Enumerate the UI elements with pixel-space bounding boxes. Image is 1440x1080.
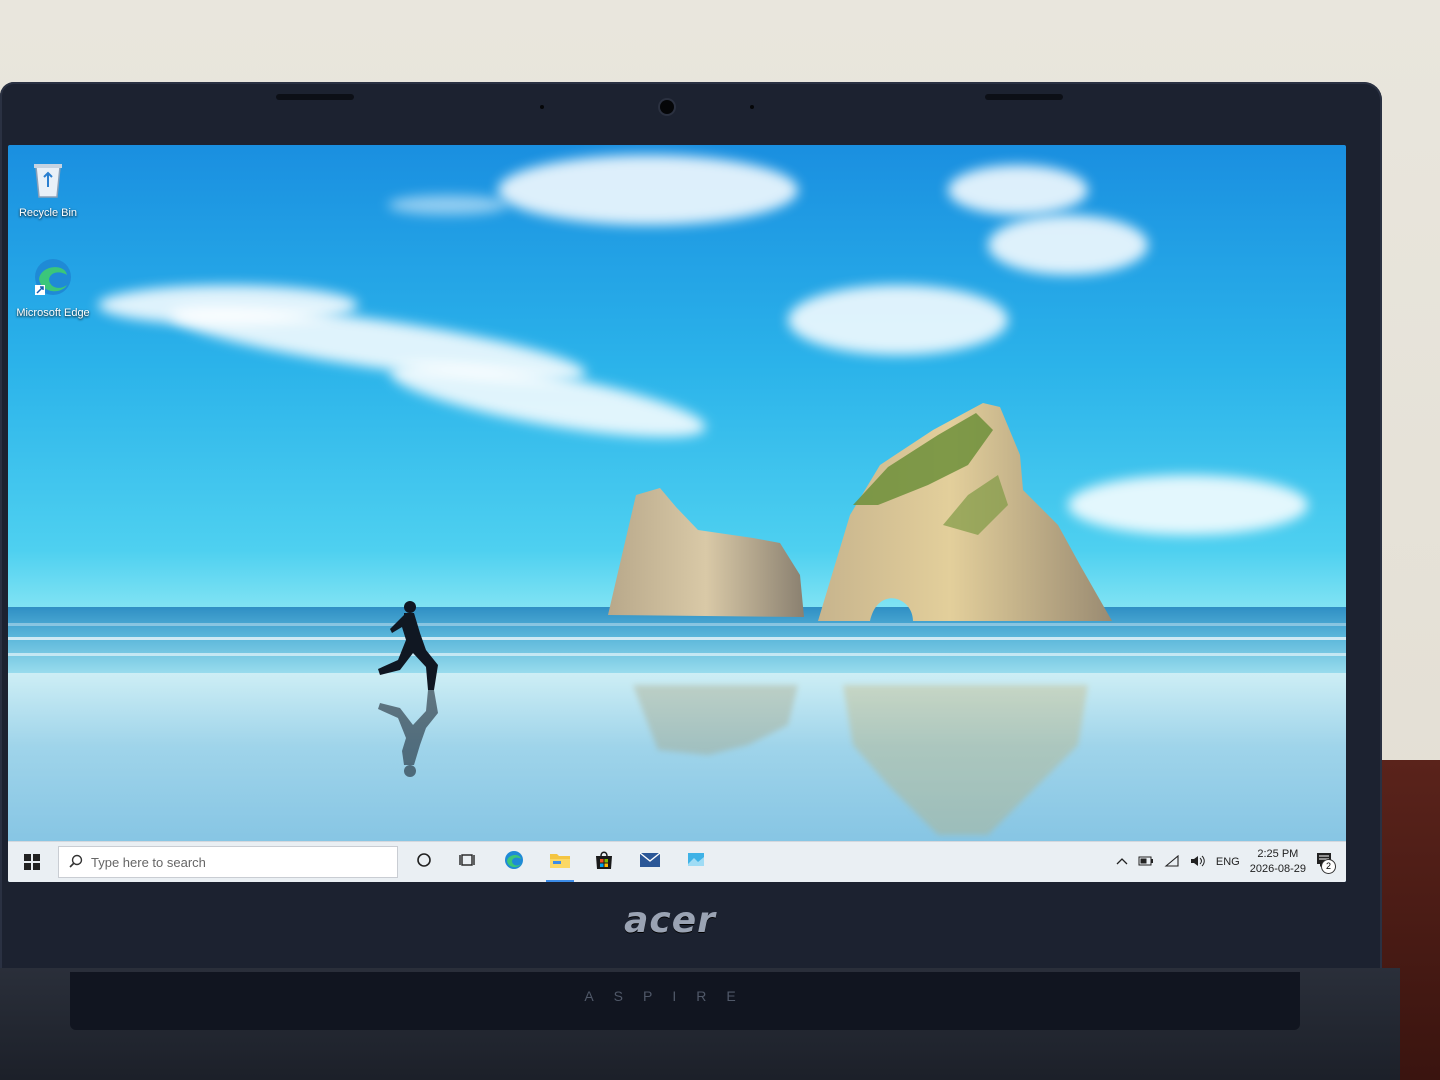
chevron-up-icon[interactable]: [1116, 856, 1128, 868]
search-box[interactable]: Type here to search: [58, 846, 398, 878]
desktop-icon-edge[interactable]: Microsoft Edge: [13, 255, 93, 320]
webcam: [660, 100, 674, 114]
volume-icon[interactable]: [1190, 855, 1206, 870]
system-tray: ENG 2:25 PM 2026-08-29: [1116, 842, 1306, 882]
search-icon: [69, 854, 83, 871]
notification-count-badge: 2: [1321, 859, 1336, 874]
sensor-dot: [540, 105, 544, 109]
language-indicator[interactable]: ENG: [1216, 856, 1240, 868]
clock[interactable]: 2:25 PM 2026-08-29: [1250, 847, 1306, 877]
taskbar-store[interactable]: [582, 842, 626, 882]
wallpaper-rocks: [378, 403, 1112, 835]
clock-time: 2:25 PM: [1257, 848, 1299, 860]
task-view-icon: [459, 852, 477, 873]
search-placeholder: Type here to search: [91, 854, 206, 870]
edge-icon: [13, 255, 93, 303]
recycle-bin-icon: [8, 159, 88, 203]
taskbar-file-explorer[interactable]: [538, 842, 582, 882]
folder-icon: [549, 851, 571, 874]
photos-icon: [687, 852, 705, 873]
desktop-icon-label: Microsoft Edge: [16, 307, 90, 319]
clock-date: 2026-08-29: [1249, 863, 1306, 875]
taskbar-mail[interactable]: [628, 842, 672, 882]
cortana-circle-icon: [416, 852, 432, 873]
wifi-icon[interactable]: [1164, 854, 1180, 870]
battery-icon[interactable]: [1138, 856, 1154, 869]
bezel-vent: [985, 94, 1063, 100]
edge-icon: [503, 849, 525, 876]
model-logo: ASPIRE: [584, 988, 756, 1004]
windows-icon: [24, 854, 40, 870]
taskbar-edge[interactable]: [492, 842, 536, 882]
action-center-button[interactable]: 2: [1310, 848, 1338, 876]
mail-icon: [639, 851, 661, 873]
desktop-icon-label: Recycle Bin: [18, 207, 78, 219]
task-view-button[interactable]: [446, 842, 490, 882]
taskbar-photos[interactable]: [674, 842, 718, 882]
store-bag-icon: [594, 850, 614, 875]
bezel-vent: [276, 94, 354, 100]
brand-logo: acer: [624, 900, 716, 941]
desktop-icon-recycle-bin[interactable]: Recycle Bin: [8, 159, 88, 220]
start-button[interactable]: [8, 842, 56, 882]
taskbar: Type here to search ENG 2:25 PM 2026-08-…: [8, 841, 1346, 882]
sensor-dot: [750, 105, 754, 109]
cortana-button[interactable]: [402, 842, 446, 882]
screen: Recycle Bin Microsoft Edge Type here to …: [8, 145, 1346, 882]
